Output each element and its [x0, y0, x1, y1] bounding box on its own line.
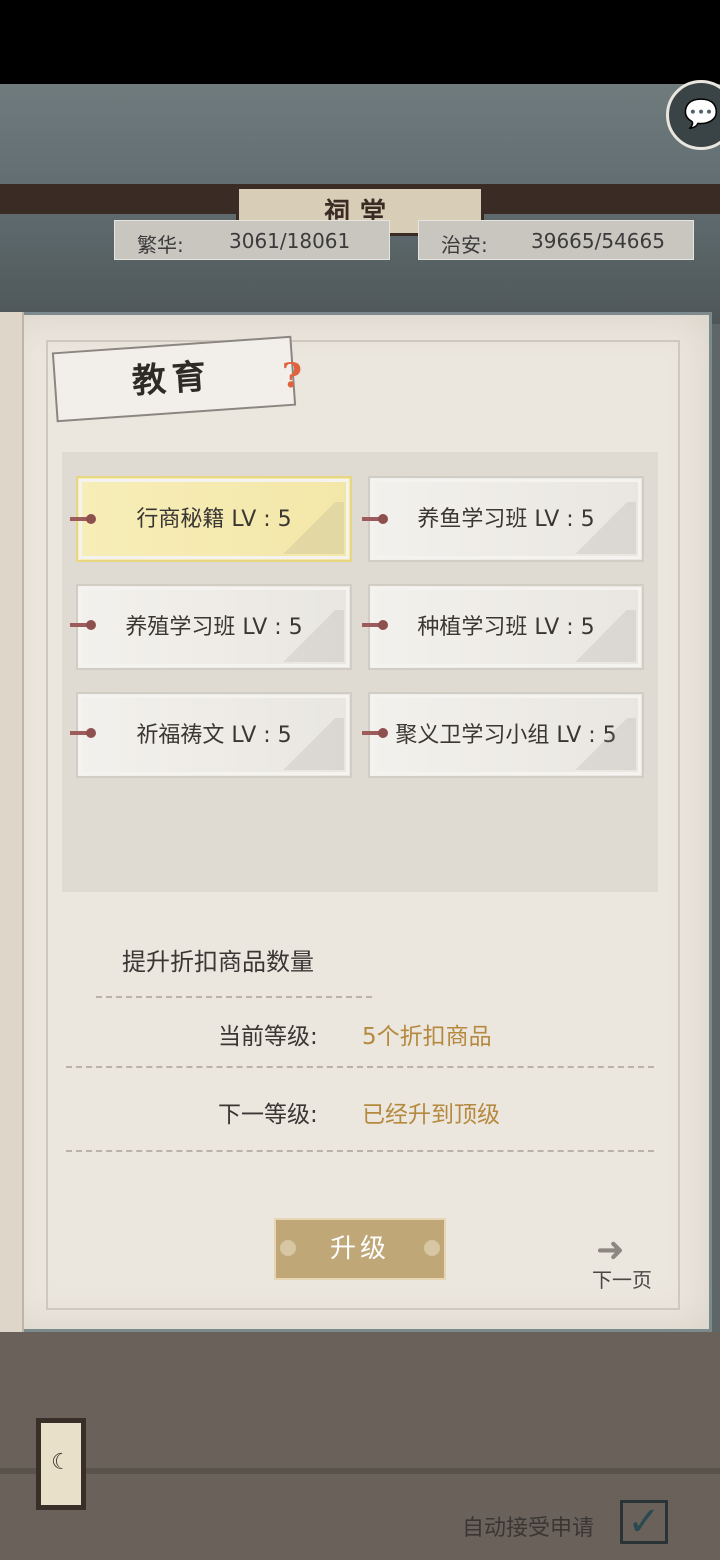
auto-accept-label: 自动接受申请 — [462, 1516, 595, 1541]
pin-icon — [70, 728, 96, 738]
skill-card-fishing-class[interactable]: 养鱼学习班 LV : 5 — [368, 476, 644, 562]
mountain-decoration — [566, 610, 636, 662]
status-bar — [0, 0, 720, 84]
prosperity-value: 3061/18061 — [229, 229, 351, 253]
mountain-decoration — [274, 502, 344, 554]
prosperity-stat: 繁华: 3061/18061 — [114, 220, 390, 260]
pin-icon — [362, 514, 388, 524]
next-page-link[interactable]: 下一页 — [592, 1264, 652, 1293]
skill-card-label: 行商秘籍 LV : 5 — [136, 507, 292, 532]
mountain-decoration — [566, 502, 636, 554]
mountain-decoration — [566, 718, 636, 770]
pin-icon — [70, 620, 96, 630]
floor-stripe — [0, 1468, 720, 1474]
skill-description: 提升折扣商品数量 — [122, 948, 314, 976]
mountain-decoration — [274, 610, 344, 662]
current-level-label: 当前等级: — [218, 1024, 318, 1050]
next-page-arrow-icon[interactable]: ➜ — [596, 1233, 656, 1267]
help-icon[interactable]: ? — [282, 356, 306, 396]
security-stat: 治安: 39665/54665 — [418, 220, 694, 260]
security-value: 39665/54665 — [531, 229, 665, 253]
security-label: 治安: — [441, 233, 488, 257]
pin-icon — [362, 728, 388, 738]
floor-background — [0, 1332, 720, 1560]
skill-card-breeding-class[interactable]: 养殖学习班 LV : 5 — [76, 584, 352, 670]
skill-card-label: 祈福祷文 LV : 5 — [136, 723, 292, 748]
skill-card-prayer-text[interactable]: 祈福祷文 LV : 5 — [76, 692, 352, 778]
skill-card-trade-secrets[interactable]: 行商秘籍 LV : 5 — [76, 476, 352, 562]
mountain-decoration — [274, 718, 344, 770]
prosperity-label: 繁华: — [137, 233, 184, 257]
pin-icon — [70, 514, 96, 524]
pin-icon — [362, 620, 388, 630]
book-spine — [0, 312, 24, 1332]
auto-accept-checkbox[interactable]: ✓ — [620, 1500, 668, 1544]
lantern-icon[interactable]: ☾ — [36, 1418, 86, 1510]
skill-card-guard-study-group[interactable]: 聚义卫学习小组 LV : 5 — [368, 692, 644, 778]
upgrade-button[interactable]: 升级 — [274, 1218, 446, 1280]
skill-card-planting-class[interactable]: 种植学习班 LV : 5 — [368, 584, 644, 670]
divider — [66, 1150, 654, 1152]
divider — [66, 1066, 654, 1068]
next-level-label: 下一等级: — [218, 1102, 318, 1128]
current-level-value: 5个折扣商品 — [362, 1024, 492, 1050]
next-level-value: 已经升到顶级 — [362, 1102, 500, 1128]
divider — [96, 996, 372, 998]
